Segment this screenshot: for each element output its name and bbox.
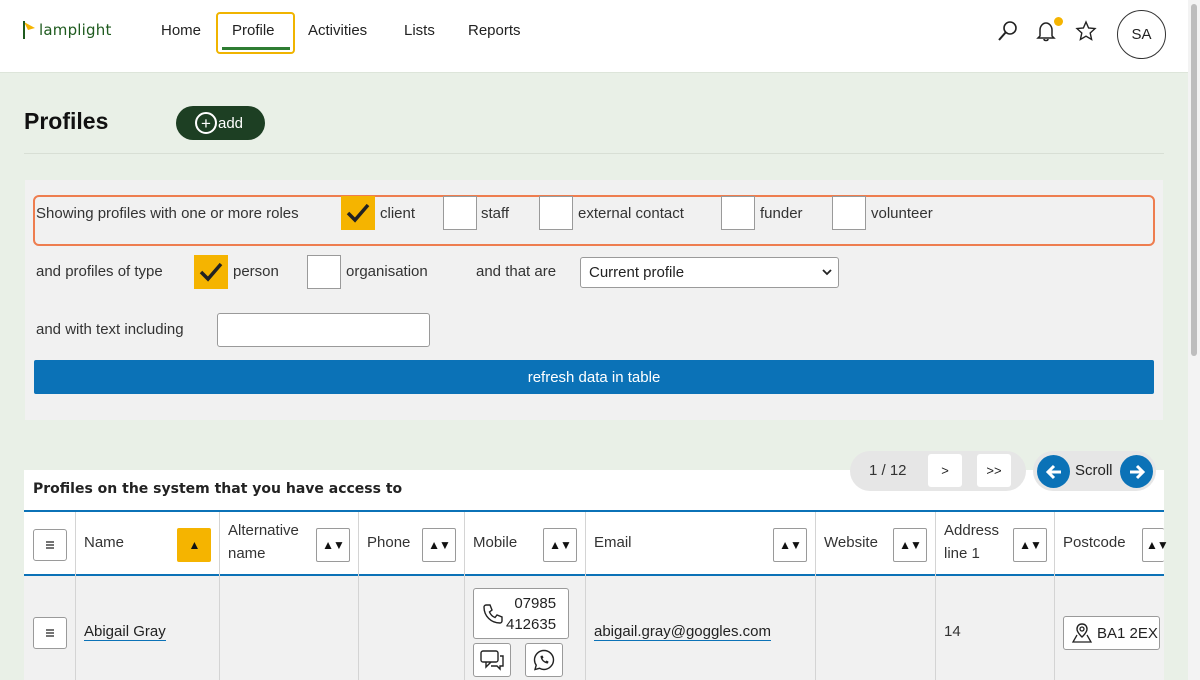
lamp-icon <box>22 20 36 40</box>
page-title: Profiles <box>24 108 109 134</box>
table-header-top-border <box>24 510 1164 512</box>
phone-icon <box>483 604 503 624</box>
checkbox-client[interactable] <box>341 196 375 230</box>
role-label-external-contact: external contact <box>578 205 684 222</box>
roles-label: Showing profiles with one or more roles <box>36 205 299 222</box>
header-name: Name <box>84 534 125 551</box>
add-label: add <box>218 114 244 132</box>
check-icon <box>346 203 370 223</box>
header-alternative-name: Alternative name <box>228 522 299 562</box>
table-caption: Profiles on the system that you have acc… <box>33 481 403 497</box>
status-label: and that are <box>476 263 557 280</box>
nav-profile[interactable]: Profile <box>232 22 275 39</box>
header-mobile: Mobile <box>473 534 518 551</box>
sort-name-button[interactable]: ▲ <box>177 528 211 562</box>
nav-lists[interactable]: Lists <box>404 22 435 39</box>
type-label-person: person <box>233 263 279 280</box>
column-divider <box>935 512 936 680</box>
sort-email-button[interactable]: ▲▼ <box>773 528 807 562</box>
header-address-line-1: Address line 1 <box>944 522 1000 562</box>
plus-icon: + <box>195 112 217 134</box>
column-divider <box>358 512 359 680</box>
profile-status-select[interactable]: Current profile <box>580 257 839 288</box>
checkbox-organisation[interactable] <box>307 255 341 289</box>
checkbox-external-contact[interactable] <box>539 196 573 230</box>
column-divider <box>464 512 465 680</box>
column-menu-button[interactable] <box>33 529 67 561</box>
refresh-data-button[interactable]: refresh data in table <box>34 360 1154 394</box>
mobile-number-line-2: 412635 <box>506 616 557 633</box>
checkbox-funder[interactable] <box>721 196 755 230</box>
mobile-call-button[interactable]: 07985 412635 <box>473 588 569 639</box>
header-phone: Phone <box>367 534 411 551</box>
sort-address-button[interactable]: ▲▼ <box>1013 528 1047 562</box>
menu-icon <box>46 541 54 549</box>
sort-website-button[interactable]: ▲▼ <box>893 528 927 562</box>
checkbox-person[interactable] <box>194 255 228 289</box>
map-pin-icon <box>1071 623 1093 643</box>
column-divider <box>1054 512 1055 680</box>
sort-phone-button[interactable]: ▲▼ <box>422 528 456 562</box>
scroll-right-button[interactable] <box>1120 455 1153 488</box>
nav-activities[interactable]: Activities <box>308 22 367 39</box>
column-divider <box>219 512 220 680</box>
mobile-number-line-1: 07985 <box>514 595 557 612</box>
add-profile-button[interactable]: + add <box>176 106 265 140</box>
whatsapp-button[interactable] <box>525 643 563 677</box>
chevron-down-icon <box>822 269 832 276</box>
profile-status-value: Current profile <box>589 264 685 281</box>
nav-reports[interactable]: Reports <box>468 22 521 39</box>
nav-home[interactable]: Home <box>161 22 201 39</box>
scrollbar-thumb[interactable] <box>1191 4 1197 356</box>
type-label: and profiles of type <box>36 263 163 280</box>
row-menu-button[interactable] <box>33 617 67 649</box>
column-divider <box>585 512 586 680</box>
scroll-left-button[interactable] <box>1037 455 1070 488</box>
sort-mobile-button[interactable]: ▲▼ <box>543 528 577 562</box>
role-label-client: client <box>380 205 416 222</box>
address-line-1-value: 14 <box>944 623 961 640</box>
postcode-map-button[interactable]: BA1 2EX <box>1063 616 1160 650</box>
search-icon[interactable] <box>995 18 1021 44</box>
header-email: Email <box>594 534 632 551</box>
profile-name-link[interactable]: Abigail Gray <box>84 623 166 641</box>
role-label-funder: funder <box>760 205 803 222</box>
whatsapp-icon <box>533 649 555 671</box>
column-divider <box>815 512 816 680</box>
logo-text: lamplight <box>39 21 112 39</box>
postcode-value: BA1 2EX <box>1097 624 1158 642</box>
nav-active-underline <box>222 47 290 50</box>
last-page-button[interactable]: >> <box>977 454 1011 487</box>
chat-icon <box>480 650 504 671</box>
sms-button[interactable] <box>473 643 511 677</box>
checkbox-volunteer[interactable] <box>832 196 866 230</box>
column-divider <box>75 512 76 680</box>
type-label-organisation: organisation <box>346 263 428 280</box>
star-icon[interactable] <box>1073 18 1099 44</box>
mobile-number: 07985 412635 <box>506 593 556 635</box>
arrow-left-icon <box>1045 464 1061 479</box>
arrow-right-icon <box>1129 464 1145 479</box>
role-label-volunteer: volunteer <box>871 205 933 222</box>
divider <box>24 153 1164 154</box>
scroll-label: Scroll <box>1075 462 1113 479</box>
user-avatar[interactable]: SA <box>1117 10 1166 59</box>
checkbox-staff[interactable] <box>443 196 477 230</box>
next-page-button[interactable]: > <box>928 454 962 487</box>
sort-alternative-name-button[interactable]: ▲▼ <box>316 528 350 562</box>
header-website: Website <box>824 534 878 551</box>
role-label-staff: staff <box>481 205 510 222</box>
lamplight-logo[interactable]: lamplight <box>22 18 112 42</box>
menu-icon <box>46 629 54 637</box>
page-indicator: 1 / 12 <box>869 462 907 479</box>
email-link[interactable]: abigail.gray@goggles.com <box>594 623 771 641</box>
text-search-label: and with text including <box>36 321 184 338</box>
check-icon <box>199 262 223 282</box>
notification-dot <box>1054 17 1063 26</box>
text-search-input[interactable] <box>217 313 430 347</box>
header-postcode: Postcode <box>1063 534 1126 551</box>
sort-postcode-button[interactable]: ▲▼ <box>1142 528 1169 562</box>
